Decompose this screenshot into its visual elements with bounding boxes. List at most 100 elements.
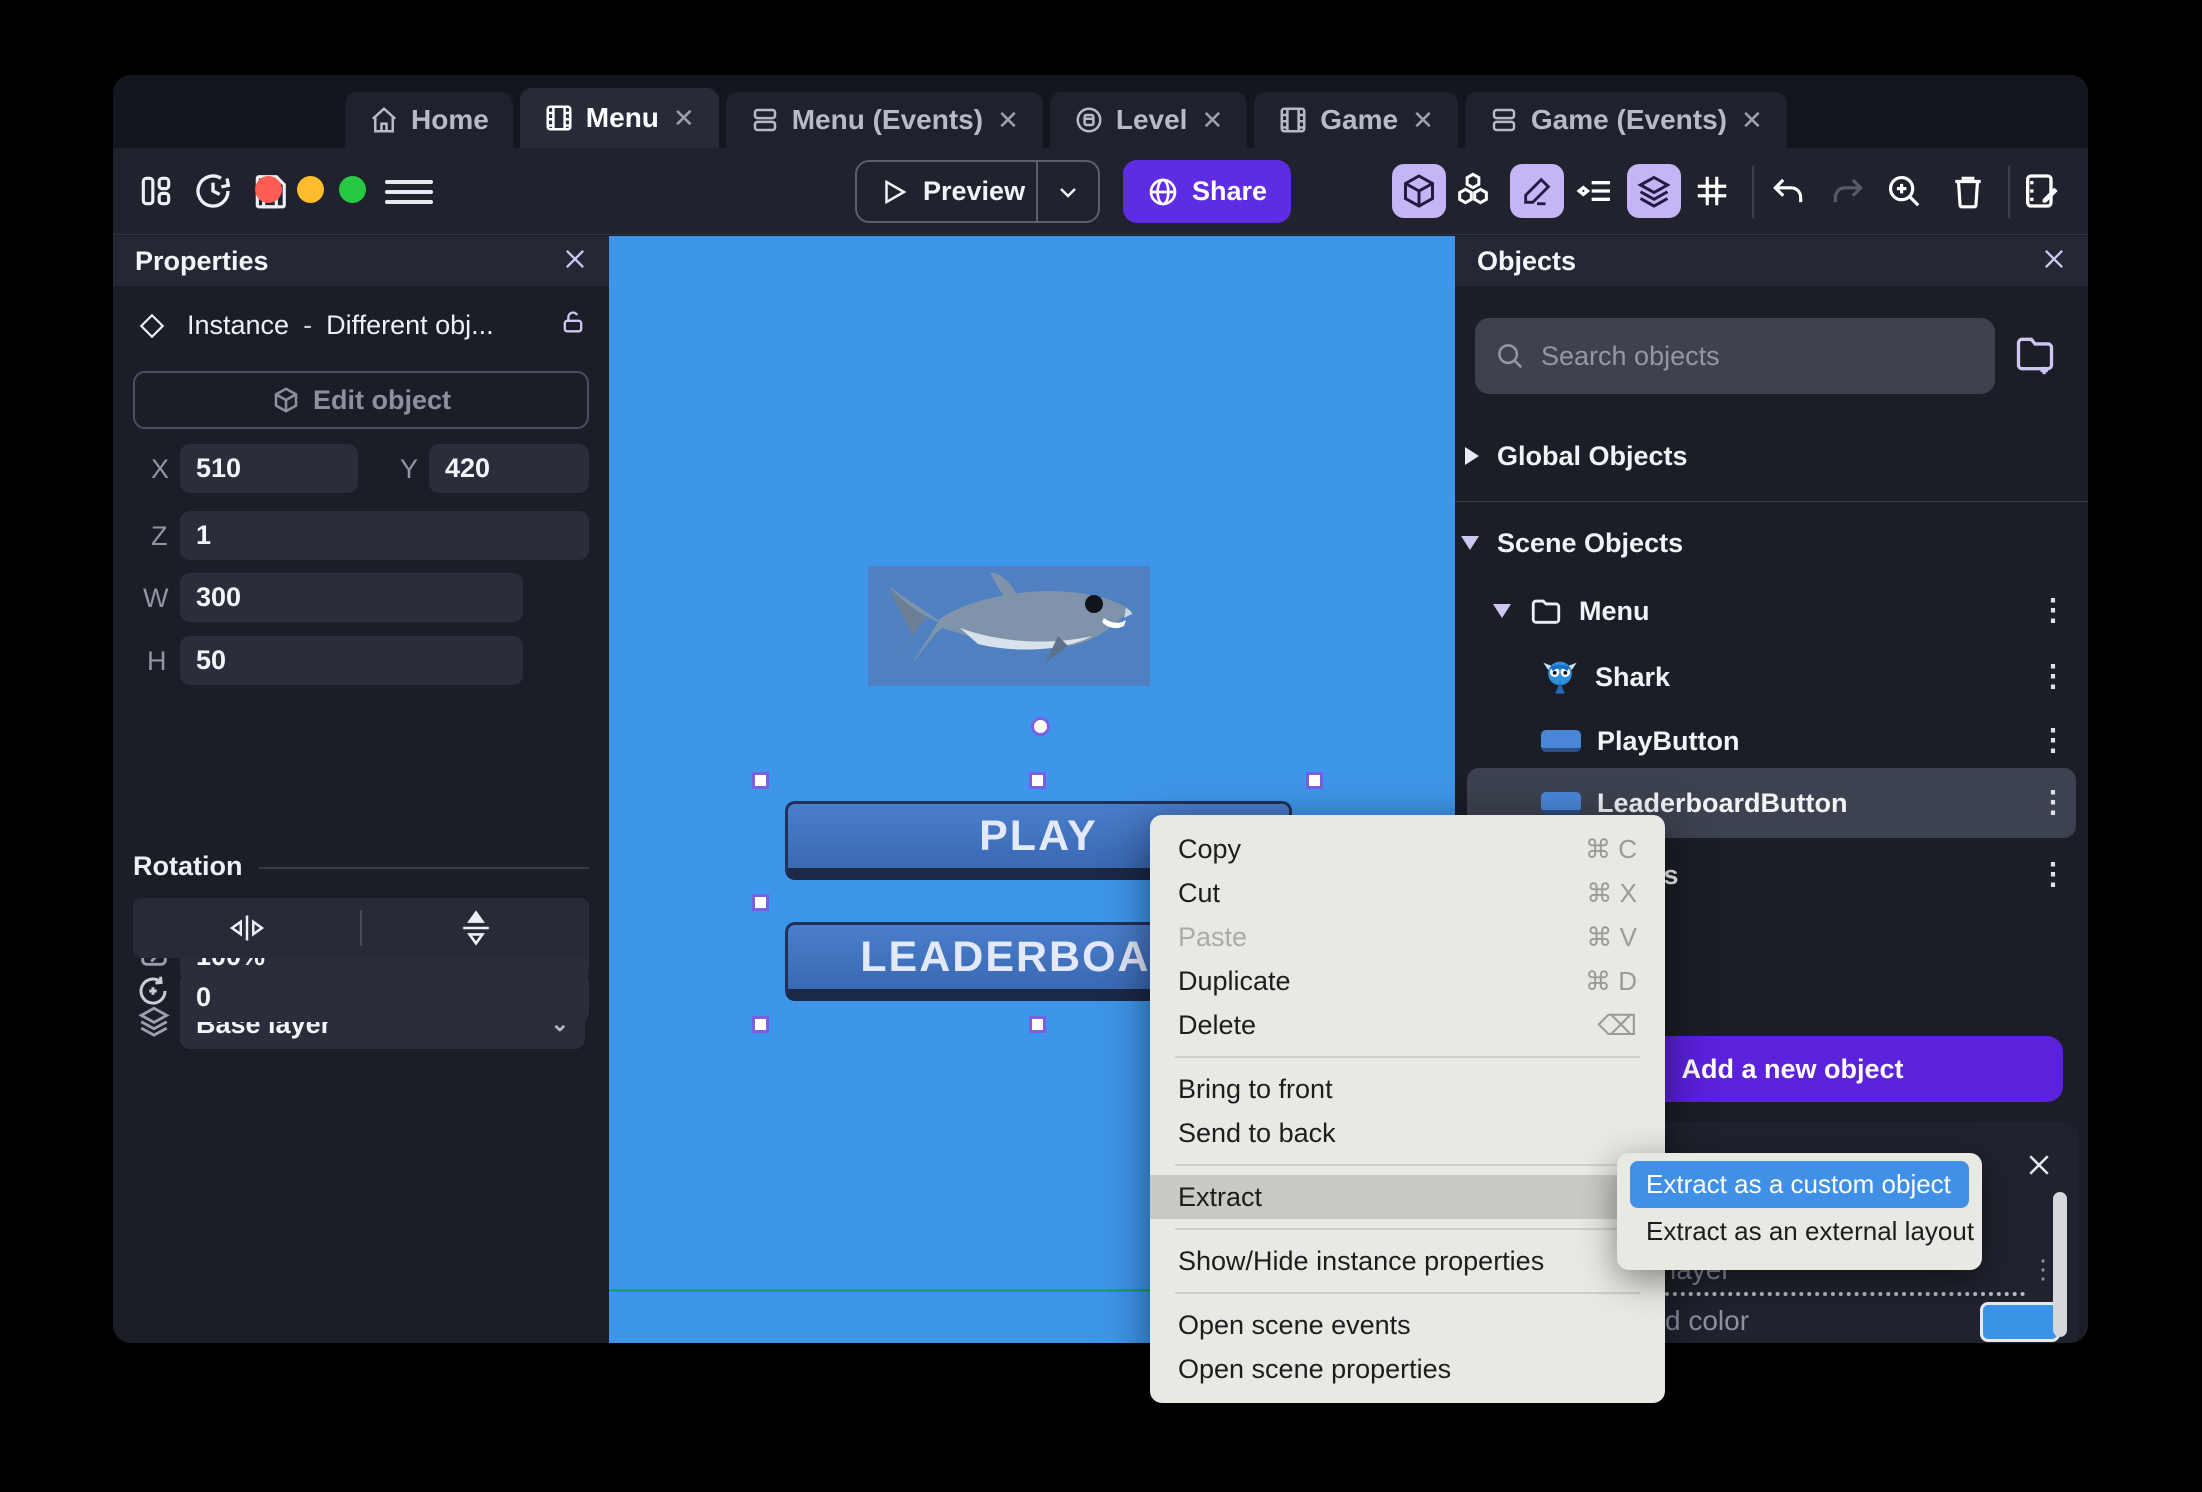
menu-item-extract[interactable]: Extract ›: [1150, 1175, 1665, 1219]
x-field[interactable]: [180, 444, 358, 493]
menu-item-delete[interactable]: Delete ⌫: [1150, 1003, 1665, 1047]
selection-handle-nw[interactable]: [752, 772, 769, 789]
traffic-light-zoom[interactable]: [339, 176, 366, 203]
menu-item-paste[interactable]: Paste ⌘ V: [1150, 915, 1665, 959]
preview-dropdown[interactable]: [1036, 162, 1098, 221]
history-button[interactable]: [193, 171, 233, 211]
tab-menu-events[interactable]: Menu (Events) ✕: [725, 92, 1043, 148]
menu-item-open-scene-events[interactable]: Open scene events: [1150, 1303, 1665, 1347]
shark-sprite[interactable]: [868, 566, 1150, 686]
close-icon[interactable]: ✕: [1412, 105, 1434, 136]
kebab-menu-icon[interactable]: ⋮: [2038, 788, 2068, 818]
menu-item-cut[interactable]: Cut ⌘ X: [1150, 871, 1665, 915]
scene-film-icon: [1280, 107, 1306, 133]
close-icon[interactable]: ✕: [673, 103, 695, 134]
tab-game-events[interactable]: Game (Events) ✕: [1464, 92, 1787, 148]
edit-mode-button[interactable]: [1510, 164, 1564, 218]
tab-label: Game: [1320, 104, 1399, 135]
play-button-label: PLAY: [979, 811, 1098, 860]
close-icon[interactable]: [561, 245, 589, 278]
redo-button[interactable]: [1829, 172, 1867, 210]
scrollbar[interactable]: [2053, 1192, 2067, 1337]
selection-handle-sw[interactable]: [752, 1016, 769, 1033]
menu-item-bring-to-front[interactable]: Bring to front: [1150, 1067, 1665, 1111]
scene-properties-button[interactable]: [2021, 171, 2061, 211]
selection-handle-ne[interactable]: [1306, 772, 1323, 789]
menu-item-label: Delete: [1178, 1009, 1257, 1040]
kebab-menu-icon[interactable]: ⋮: [2038, 860, 2068, 890]
zoom-button[interactable]: [1885, 172, 1923, 210]
traffic-light-close[interactable]: [255, 176, 282, 203]
h-field[interactable]: [180, 636, 523, 685]
close-icon[interactable]: ✕: [1201, 105, 1223, 136]
layers-panel-button[interactable]: [1627, 164, 1681, 218]
tab-label: Menu (Events): [791, 104, 984, 135]
selection-handle-s[interactable]: [1029, 1016, 1046, 1033]
close-icon[interactable]: ✕: [997, 105, 1019, 136]
menu-item-duplicate[interactable]: Duplicate ⌘ D: [1150, 959, 1665, 1003]
tree-item-playbutton[interactable]: PlayButton ⋮: [1455, 714, 2088, 768]
rotation-handle[interactable]: [1031, 717, 1050, 736]
shark-thumbnail: [1543, 661, 1577, 694]
rotation-section-divider: [259, 867, 589, 869]
y-field[interactable]: [429, 444, 589, 493]
z-field[interactable]: [180, 511, 589, 560]
kebab-menu-icon[interactable]: ⋮: [2038, 662, 2068, 692]
delete-button[interactable]: [1949, 172, 1987, 210]
level-circle-icon: [1076, 107, 1102, 133]
menu-item-show-hide-instance-properties[interactable]: Show/Hide instance properties: [1150, 1239, 1665, 1283]
x-label: X: [151, 454, 170, 484]
submenu-item-extract-external-layout[interactable]: Extract as an external layout: [1630, 1208, 1974, 1255]
instance-properties-button[interactable]: [1575, 171, 1615, 211]
preview-button[interactable]: Preview: [855, 160, 1100, 223]
tab-menu[interactable]: Menu ✕: [519, 88, 719, 148]
kebab-menu-icon[interactable]: ⋮: [2038, 726, 2068, 756]
search-input[interactable]: [1541, 340, 1921, 372]
tree-item-shark[interactable]: Shark ⋮: [1455, 650, 2088, 704]
close-icon[interactable]: [2024, 1150, 2054, 1185]
add-folder-icon[interactable]: [2013, 332, 2057, 381]
group-scene-objects[interactable]: Scene Objects: [1455, 518, 2088, 568]
share-button[interactable]: Share: [1123, 160, 1291, 223]
instances-button[interactable]: [1453, 171, 1493, 211]
hamburger-menu-icon[interactable]: [385, 174, 433, 206]
flip-horizontal-button[interactable]: [133, 898, 360, 958]
menu-item-copy[interactable]: Copy ⌘ C: [1150, 827, 1665, 871]
edit-object-button[interactable]: Edit object: [133, 371, 589, 429]
tab-level[interactable]: Level ✕: [1049, 92, 1248, 148]
kebab-menu-icon[interactable]: ⋮: [2038, 596, 2068, 626]
group-global-objects[interactable]: Global Objects: [1455, 431, 2088, 481]
tab-game[interactable]: Game ✕: [1254, 92, 1458, 148]
rotation-field[interactable]: [180, 973, 589, 1022]
tree-folder-menu[interactable]: Menu ⋮: [1455, 584, 2088, 638]
h-label: H: [147, 646, 167, 676]
tab-bar: Home Menu ✕ Menu (Events) ✕ Level ✕ Game…: [345, 88, 1787, 148]
menu-item-label: Open scene properties: [1178, 1353, 1452, 1384]
home-icon: [371, 107, 397, 133]
menu-item-send-to-back[interactable]: Send to back: [1150, 1111, 1665, 1155]
lock-open-icon[interactable]: [559, 308, 587, 343]
selection-handle-w[interactable]: [752, 894, 769, 911]
backspace-icon: ⌫: [1597, 1009, 1637, 1041]
submenu-item-extract-custom-object[interactable]: Extract as a custom object: [1630, 1161, 1969, 1208]
group-label: Global Objects: [1497, 440, 1688, 471]
selection-handle-n[interactable]: [1029, 772, 1046, 789]
undo-button[interactable]: [1769, 172, 1807, 210]
menu-item-label: Extract: [1178, 1181, 1263, 1212]
layout-panels-icon: [141, 176, 171, 206]
layout-panels-button[interactable]: [137, 172, 175, 210]
tab-home[interactable]: Home: [345, 92, 513, 148]
menu-item-label: Bring to front: [1178, 1073, 1333, 1104]
background-color-swatch[interactable]: [1980, 1302, 2060, 1342]
close-icon[interactable]: ✕: [1741, 105, 1763, 136]
w-field[interactable]: [180, 573, 523, 622]
search-objects-box[interactable]: [1475, 318, 1995, 394]
events-sheet-icon: [753, 108, 776, 132]
menu-item-open-scene-properties[interactable]: Open scene properties: [1150, 1347, 1665, 1391]
objects-3d-mode-button[interactable]: [1392, 164, 1446, 218]
close-icon[interactable]: [2040, 245, 2068, 278]
traffic-light-minimize[interactable]: [297, 176, 324, 203]
menu-separator: [1175, 1228, 1640, 1230]
grid-button[interactable]: [1693, 172, 1731, 210]
flip-vertical-button[interactable]: [362, 898, 589, 958]
